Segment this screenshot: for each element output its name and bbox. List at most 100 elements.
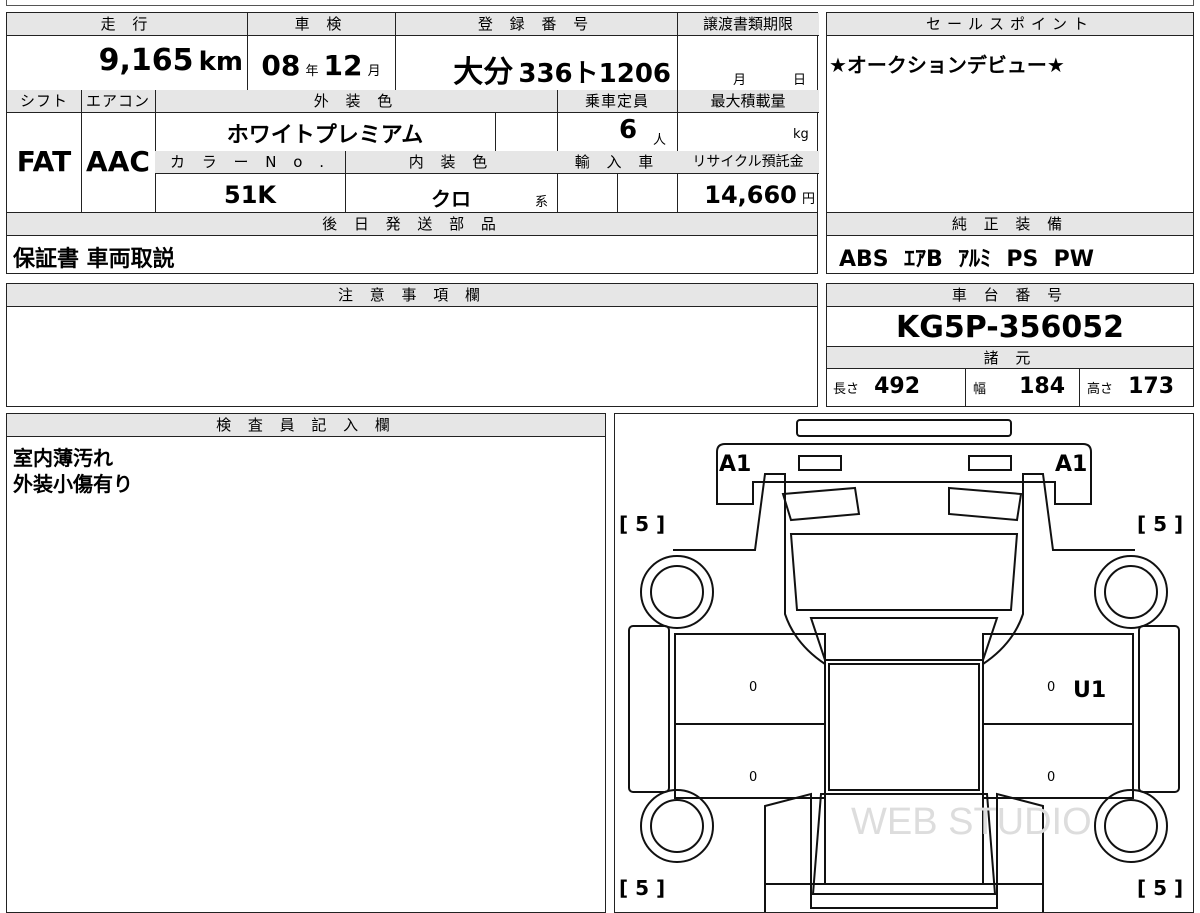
front-bumper-top: [796, 419, 1012, 437]
car-diagram-box: WEB STUDIO A1 A1 [ 5 ] [ 5 ] [ 5 ] [ 5 ]…: [614, 413, 1194, 913]
inspector-line-2: 外装小傷有り: [13, 472, 133, 496]
equipment-value: ABS ｴｱB ｱﾙﾐ PS PW: [839, 247, 1095, 272]
mark-right-door: U1: [1073, 678, 1107, 703]
registration-number: 336ト1206: [518, 59, 671, 89]
mark-front-left: A1: [719, 452, 752, 477]
load-header: 最大積載量: [677, 90, 819, 113]
mileage-header: 走 行: [7, 13, 247, 36]
chassis-header: 車 台 番 号: [827, 284, 1193, 307]
car-diagram: WEB STUDIO: [628, 419, 1180, 912]
equipment-header: 純 正 装 備: [827, 213, 1193, 236]
hood: [781, 486, 1023, 522]
inspector-line-1: 室内薄汚れ: [13, 446, 113, 470]
sales-point-box: セールスポイント ★オークションデビュー★: [826, 12, 1194, 213]
rear-lamp: [810, 883, 998, 909]
zero-right-front: 0: [1047, 680, 1056, 695]
spec-height: 高さ 173: [1087, 374, 1174, 399]
exterior-value: ホワイトプレミアム: [226, 123, 424, 148]
height-label: 高さ: [1087, 382, 1114, 397]
wheel-rr-inner: [1104, 799, 1158, 853]
transfer-day-unit: 日: [793, 73, 807, 88]
wheel-fr-inner: [1104, 565, 1158, 619]
front-lamp-right: [968, 455, 1012, 471]
length-value: 492: [874, 374, 921, 399]
ac-header: エアコン: [81, 90, 155, 113]
wheel-fl-inner: [650, 565, 704, 619]
fender-right: [1138, 625, 1180, 793]
tire-fr: [ 5 ]: [1137, 512, 1184, 536]
sales-point-text: ★オークションデビュー★: [829, 53, 1065, 77]
sales-point-header: セールスポイント: [827, 13, 1193, 36]
chassis-value: KG5P-356052: [896, 310, 1124, 345]
later-parts-box: 後 日 発 送 部 品 保証書 車両取説: [6, 212, 818, 274]
door-rear-left: [674, 723, 826, 799]
later-parts-header: 後 日 発 送 部 品: [7, 213, 817, 236]
mileage-number: 9,165: [98, 43, 194, 78]
registration-header: 登 録 番 号: [395, 13, 677, 36]
door-front-left: [674, 633, 826, 725]
chassis-box: 車 台 番 号 KG5P-356052 諸 元 長さ 492 幅 184 高さ …: [826, 283, 1194, 407]
wheel-rl-inner: [650, 799, 704, 853]
inspection-month: 12: [323, 49, 363, 82]
interior-unit: 系: [535, 195, 549, 210]
mileage-unit: km: [198, 47, 243, 77]
cabin-center: [828, 663, 980, 791]
inspector-header: 検 査 員 記 入 欄: [7, 414, 605, 437]
inspection-year-unit: 年: [305, 64, 319, 79]
interior-header: 内 装 色: [345, 151, 557, 174]
height-value: 173: [1128, 374, 1175, 399]
inspection-value: 08 年 12 月: [247, 49, 395, 82]
color-no-header: カ ラ ー N o .: [155, 151, 345, 174]
later-parts-value: 保証書 車両取説: [13, 247, 175, 272]
registration-value: 大分 336ト1206: [395, 47, 677, 91]
tire-rl: [ 5 ]: [619, 876, 666, 900]
fender-left: [628, 625, 670, 793]
recycle-value: 14,660 円: [677, 181, 819, 209]
watermark: WEB STUDIO: [851, 801, 1092, 843]
exterior-header: 外 装 色: [155, 90, 557, 113]
rear-quarter-left: [764, 792, 812, 885]
capacity-header: 乗車定員: [557, 90, 677, 113]
transfer-header: 譲渡書類期限: [677, 13, 819, 36]
top-strip: [6, 0, 1194, 6]
tire-fl: [ 5 ]: [619, 512, 666, 536]
interior-value: クロ: [431, 187, 471, 211]
door-rear-right: [982, 723, 1134, 799]
tire-rr: [ 5 ]: [1137, 876, 1184, 900]
windshield: [789, 533, 1019, 611]
transfer-month-unit: 月: [733, 73, 747, 88]
notes-header: 注 意 事 項 欄: [7, 284, 817, 307]
capacity-number: 6: [619, 115, 638, 145]
body-right-side: [982, 473, 1135, 912]
length-label: 長さ: [833, 382, 860, 397]
width-value: 184: [1019, 374, 1066, 399]
inspection-year: 08: [261, 49, 301, 82]
zero-left-front: 0: [749, 680, 758, 695]
equipment-box: 純 正 装 備 ABS ｴｱB ｱﾙﾐ PS PW: [826, 212, 1194, 274]
spec-length: 長さ 492: [833, 374, 920, 399]
mileage-value: 9,165 km: [7, 43, 247, 78]
vehicle-info-table: 走 行 車 検 登 録 番 号 譲渡書類期限 9,165 km 08 年 12 …: [6, 12, 819, 213]
color-no-value: 51K: [224, 181, 276, 209]
inspection-month-unit: 月: [367, 64, 381, 79]
zero-right-rear: 0: [1047, 770, 1056, 785]
spec-header: 諸 元: [827, 346, 1193, 369]
load-unit: kg: [793, 127, 809, 142]
inspector-box: 検 査 員 記 入 欄 室内薄汚れ 外装小傷有り: [6, 413, 606, 913]
roof: [809, 617, 999, 661]
import-header: 輸 入 車: [557, 151, 677, 174]
recycle-header: リサイクル預託金: [677, 151, 819, 174]
door-front-right: [982, 633, 1134, 725]
ac-value: AAC: [86, 145, 150, 178]
mark-front-right: A1: [1055, 452, 1088, 477]
front-lamp-left: [798, 455, 842, 471]
capacity-unit: 人: [653, 133, 667, 148]
notes-box: 注 意 事 項 欄: [6, 283, 818, 407]
zero-left-rear: 0: [749, 770, 758, 785]
spec-width: 幅 184: [973, 374, 1065, 399]
shift-header: シフト: [7, 90, 81, 113]
recycle-number: 14,660: [704, 181, 797, 209]
registration-region: 大分: [453, 55, 514, 90]
recycle-unit: 円: [801, 192, 815, 207]
inspection-header: 車 検: [247, 13, 395, 36]
